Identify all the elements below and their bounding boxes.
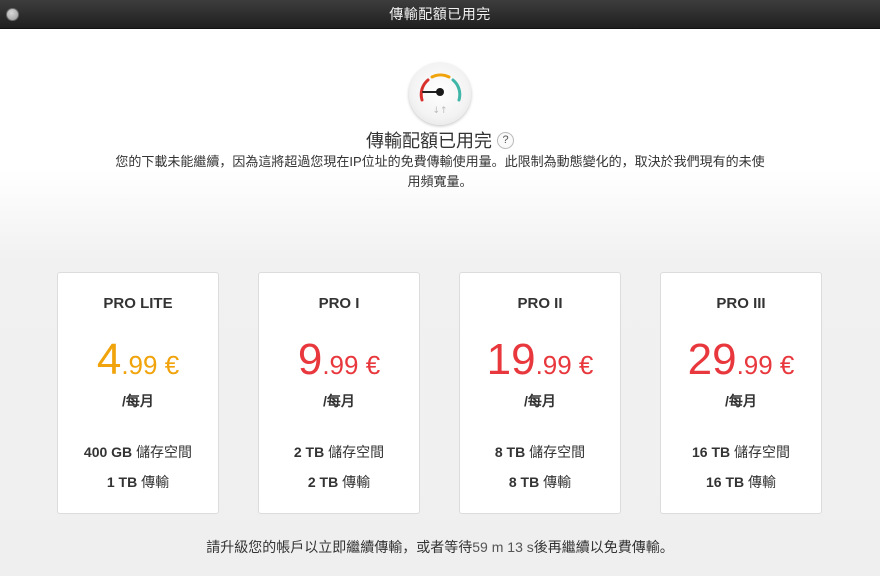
help-icon[interactable]: ? <box>497 131 514 149</box>
plan-name: PRO LITE <box>103 295 173 312</box>
price-integer: 9 <box>297 335 323 384</box>
storage-label: 儲存空間 <box>136 444 193 460</box>
footer-suffix: 後再繼續以免費傳輸。 <box>533 539 674 555</box>
plan-storage: 2 TB 儲存空間 <box>259 442 419 462</box>
price-integer: 4 <box>96 335 122 384</box>
plan-transfer: 16 TB 傳輸 <box>661 472 821 492</box>
plan-period: /每月 <box>524 393 556 409</box>
storage-label: 儲存空間 <box>529 444 586 460</box>
storage-label: 儲存空間 <box>328 444 385 460</box>
plan-storage: 16 TB 儲存空間 <box>661 442 821 462</box>
plan-period: /每月 <box>323 393 355 409</box>
plan-period: /每月 <box>725 393 757 409</box>
transfer-label: 傳輸 <box>342 474 371 490</box>
plan-name: PRO I <box>318 295 360 312</box>
plan-storage: 8 TB 儲存空間 <box>460 442 620 462</box>
plan-price: 29.99 € <box>661 335 821 385</box>
plan-transfer: 1 TB 傳輸 <box>58 472 218 492</box>
plan-price: 19.99 € <box>460 335 620 385</box>
storage-amount: 8 TB <box>494 444 526 460</box>
storage-amount: 400 GB <box>83 444 133 460</box>
svg-text:↓↑: ↓↑ <box>432 106 447 116</box>
window-titlebar: 傳輸配額已用完 <box>0 0 880 29</box>
page-title: 傳輸配額已用完 <box>366 131 492 151</box>
footer-prefix: 請升級您的帳戶以立即繼續傳輸，或者等待 <box>206 539 473 555</box>
transfer-amount: 2 TB <box>307 474 339 490</box>
price-decimal: .99 € <box>736 350 795 380</box>
transfer-amount: 1 TB <box>106 474 138 490</box>
transfer-quota-gauge-icon: ↓↑ <box>409 63 471 125</box>
upgrade-footer: 請升級您的帳戶以立即繼續傳輸，或者等待59 m 13 s後再繼續以免費傳輸。 <box>0 537 880 557</box>
storage-amount: 2 TB <box>293 444 325 460</box>
plan-name: PRO II <box>517 295 563 312</box>
plan-storage: 400 GB 儲存空間 <box>58 442 218 462</box>
transfer-label: 傳輸 <box>141 474 170 490</box>
plan-transfer: 8 TB 傳輸 <box>460 472 620 492</box>
quota-description: 您的下載未能繼續，因為這將超過您現在IP位址的免費傳輸使用量。此限制為動態變化的… <box>115 154 765 189</box>
plan-card-pro-ii[interactable]: PRO II 19.99 € /每月 8 TB 儲存空間 8 TB 傳輸 <box>459 272 621 514</box>
plan-price: 9.99 € <box>259 335 419 385</box>
timer-sec-unit: s <box>526 539 534 555</box>
price-integer: 19 <box>486 335 536 384</box>
price-decimal: .99 € <box>535 350 594 380</box>
transfer-amount: 8 TB <box>508 474 540 490</box>
price-decimal: .99 € <box>322 350 381 380</box>
timer-min-unit: m <box>491 539 504 555</box>
storage-amount: 16 TB <box>691 444 731 460</box>
plan-price: 4.99 € <box>58 335 218 385</box>
price-decimal: .99 € <box>121 350 180 380</box>
transfer-label: 傳輸 <box>543 474 572 490</box>
storage-label: 儲存空間 <box>734 444 790 460</box>
plan-transfer: 2 TB 傳輸 <box>259 472 419 492</box>
timer-seconds: 13 <box>507 539 523 555</box>
plan-name: PRO III <box>716 295 766 312</box>
plan-card-pro-lite[interactable]: PRO LITE 4.99 € /每月 400 GB 儲存空間 1 TB 傳輸 <box>57 272 219 514</box>
window-close-icon[interactable] <box>6 8 19 21</box>
price-integer: 29 <box>687 335 737 384</box>
wait-timer: 59 m 13 s <box>472 539 534 555</box>
timer-minutes: 59 <box>472 539 488 555</box>
plan-card-pro-i[interactable]: PRO I 9.99 € /每月 2 TB 儲存空間 2 TB 傳輸 <box>258 272 420 514</box>
window-title: 傳輸配額已用完 <box>389 6 491 22</box>
plan-period: /每月 <box>122 393 154 409</box>
transfer-label: 傳輸 <box>748 474 776 490</box>
plan-card-pro-iii[interactable]: PRO III 29.99 € /每月 16 TB 儲存空間 16 TB 傳輸 <box>660 272 822 514</box>
headline-row: 傳輸配額已用完 ? <box>0 127 880 153</box>
transfer-amount: 16 TB <box>705 474 745 490</box>
